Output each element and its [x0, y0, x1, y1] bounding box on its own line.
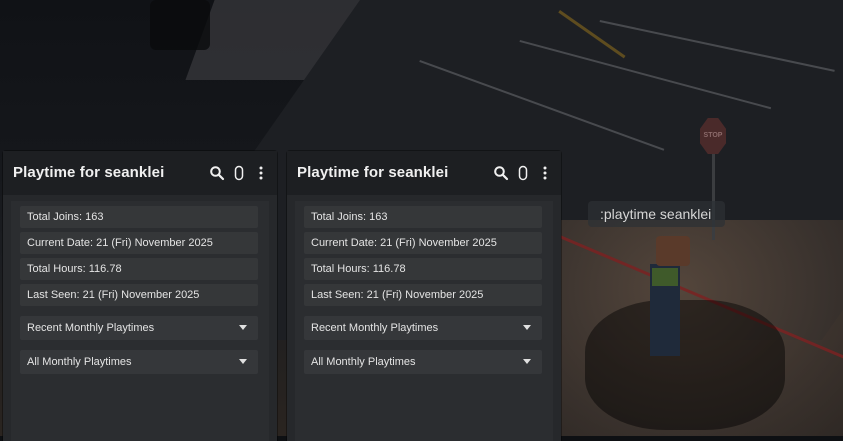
panel-body: Total Joins: 163 Current Date: 21 (Fri) …: [295, 201, 553, 441]
stat-current-date: Current Date: 21 (Fri) November 2025: [304, 232, 542, 254]
playtime-panel: Playtime for seanklei Total Joins: 163 C…: [3, 151, 277, 441]
more-vertical-icon[interactable]: [253, 165, 269, 181]
chevron-down-icon: [523, 359, 531, 364]
dropdown-label: Recent Monthly Playtimes: [311, 322, 439, 334]
stat-current-date: Current Date: 21 (Fri) November 2025: [20, 232, 258, 254]
avatar-vest-overlay: [652, 268, 678, 286]
panel-title: Playtime for seanklei: [13, 164, 165, 181]
panel-header[interactable]: Playtime for seanklei: [3, 151, 277, 195]
dropdown-label: All Monthly Playtimes: [311, 356, 416, 368]
stop-sign: STOP: [700, 118, 726, 154]
dropdown-label: Recent Monthly Playtimes: [27, 322, 155, 334]
all-monthly-playtimes-dropdown[interactable]: All Monthly Playtimes: [20, 350, 258, 374]
chevron-down-icon: [523, 325, 531, 330]
avatar-head: [656, 236, 690, 266]
search-icon[interactable]: [209, 165, 225, 181]
panel-toolbar: [209, 165, 269, 181]
panel-header[interactable]: Playtime for seanklei: [287, 151, 561, 195]
parked-car: [150, 0, 210, 50]
toggle-icon[interactable]: [231, 165, 247, 181]
more-vertical-icon[interactable]: [537, 165, 553, 181]
avatar-shadow: [585, 300, 785, 430]
panel-title: Playtime for seanklei: [297, 164, 449, 181]
stat-total-joins: Total Joins: 163: [20, 206, 258, 228]
recent-monthly-playtimes-dropdown[interactable]: Recent Monthly Playtimes: [304, 316, 542, 340]
panel-body: Total Joins: 163 Current Date: 21 (Fri) …: [11, 201, 269, 441]
stat-total-hours: Total Hours: 116.78: [20, 258, 258, 280]
chevron-down-icon: [239, 359, 247, 364]
stat-total-joins: Total Joins: 163: [304, 206, 542, 228]
dropdown-label: All Monthly Playtimes: [27, 356, 132, 368]
stat-total-hours: Total Hours: 116.78: [304, 258, 542, 280]
toggle-icon[interactable]: [515, 165, 531, 181]
stat-last-seen: Last Seen: 21 (Fri) November 2025: [20, 284, 258, 306]
chat-bubble: :playtime seanklei: [588, 201, 726, 227]
chevron-down-icon: [239, 325, 247, 330]
recent-monthly-playtimes-dropdown[interactable]: Recent Monthly Playtimes: [20, 316, 258, 340]
panel-toolbar: [493, 165, 553, 181]
stat-last-seen: Last Seen: 21 (Fri) November 2025: [304, 284, 542, 306]
all-monthly-playtimes-dropdown[interactable]: All Monthly Playtimes: [304, 350, 542, 374]
playtime-panel: Playtime for seanklei Total Joins: 163 C…: [287, 151, 561, 441]
search-icon[interactable]: [493, 165, 509, 181]
